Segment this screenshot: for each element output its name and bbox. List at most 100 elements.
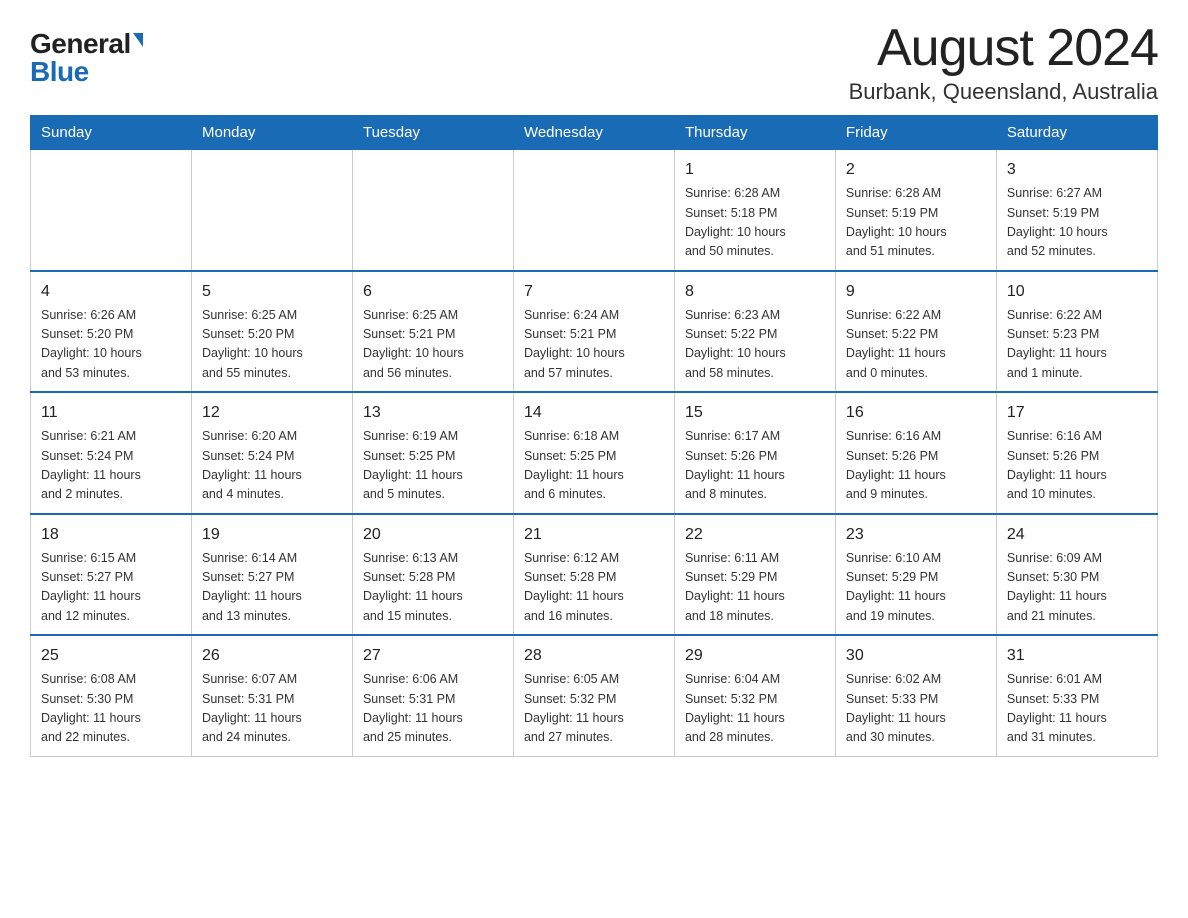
calendar-week-row: 11Sunrise: 6:21 AMSunset: 5:24 PMDayligh… bbox=[31, 392, 1158, 514]
calendar-week-row: 4Sunrise: 6:26 AMSunset: 5:20 PMDaylight… bbox=[31, 271, 1158, 393]
calendar-cell: 1Sunrise: 6:28 AMSunset: 5:18 PMDaylight… bbox=[674, 150, 835, 271]
day-number: 18 bbox=[41, 523, 181, 547]
calendar-cell: 31Sunrise: 6:01 AMSunset: 5:33 PMDayligh… bbox=[996, 635, 1157, 756]
day-info: Sunrise: 6:22 AMSunset: 5:22 PMDaylight:… bbox=[846, 306, 986, 384]
logo-blue-text: Blue bbox=[30, 58, 89, 86]
calendar-week-row: 1Sunrise: 6:28 AMSunset: 5:18 PMDaylight… bbox=[31, 150, 1158, 271]
calendar-cell: 28Sunrise: 6:05 AMSunset: 5:32 PMDayligh… bbox=[513, 635, 674, 756]
calendar-cell bbox=[513, 150, 674, 271]
day-info: Sunrise: 6:17 AMSunset: 5:26 PMDaylight:… bbox=[685, 427, 825, 505]
day-number: 2 bbox=[846, 158, 986, 182]
calendar-cell: 25Sunrise: 6:08 AMSunset: 5:30 PMDayligh… bbox=[31, 635, 192, 756]
day-number: 3 bbox=[1007, 158, 1147, 182]
calendar-cell: 20Sunrise: 6:13 AMSunset: 5:28 PMDayligh… bbox=[352, 514, 513, 636]
day-number: 30 bbox=[846, 644, 986, 668]
day-info: Sunrise: 6:05 AMSunset: 5:32 PMDaylight:… bbox=[524, 670, 664, 748]
calendar-cell bbox=[31, 150, 192, 271]
day-number: 28 bbox=[524, 644, 664, 668]
day-info: Sunrise: 6:11 AMSunset: 5:29 PMDaylight:… bbox=[685, 549, 825, 627]
day-number: 6 bbox=[363, 280, 503, 304]
day-number: 25 bbox=[41, 644, 181, 668]
calendar-cell: 26Sunrise: 6:07 AMSunset: 5:31 PMDayligh… bbox=[191, 635, 352, 756]
day-info: Sunrise: 6:07 AMSunset: 5:31 PMDaylight:… bbox=[202, 670, 342, 748]
day-info: Sunrise: 6:25 AMSunset: 5:20 PMDaylight:… bbox=[202, 306, 342, 384]
calendar-header-thursday: Thursday bbox=[674, 116, 835, 150]
day-info: Sunrise: 6:24 AMSunset: 5:21 PMDaylight:… bbox=[524, 306, 664, 384]
calendar-cell: 12Sunrise: 6:20 AMSunset: 5:24 PMDayligh… bbox=[191, 392, 352, 514]
day-info: Sunrise: 6:08 AMSunset: 5:30 PMDaylight:… bbox=[41, 670, 181, 748]
calendar-cell: 14Sunrise: 6:18 AMSunset: 5:25 PMDayligh… bbox=[513, 392, 674, 514]
day-number: 5 bbox=[202, 280, 342, 304]
day-number: 13 bbox=[363, 401, 503, 425]
day-number: 23 bbox=[846, 523, 986, 547]
day-info: Sunrise: 6:10 AMSunset: 5:29 PMDaylight:… bbox=[846, 549, 986, 627]
calendar-cell: 24Sunrise: 6:09 AMSunset: 5:30 PMDayligh… bbox=[996, 514, 1157, 636]
calendar-header-tuesday: Tuesday bbox=[352, 116, 513, 150]
day-info: Sunrise: 6:16 AMSunset: 5:26 PMDaylight:… bbox=[846, 427, 986, 505]
calendar-cell: 9Sunrise: 6:22 AMSunset: 5:22 PMDaylight… bbox=[835, 271, 996, 393]
day-info: Sunrise: 6:16 AMSunset: 5:26 PMDaylight:… bbox=[1007, 427, 1147, 505]
day-info: Sunrise: 6:13 AMSunset: 5:28 PMDaylight:… bbox=[363, 549, 503, 627]
calendar-cell: 13Sunrise: 6:19 AMSunset: 5:25 PMDayligh… bbox=[352, 392, 513, 514]
calendar-cell: 6Sunrise: 6:25 AMSunset: 5:21 PMDaylight… bbox=[352, 271, 513, 393]
day-info: Sunrise: 6:25 AMSunset: 5:21 PMDaylight:… bbox=[363, 306, 503, 384]
month-title: August 2024 bbox=[849, 20, 1158, 77]
day-number: 12 bbox=[202, 401, 342, 425]
page-header: General Blue August 2024 Burbank, Queens… bbox=[30, 20, 1158, 105]
day-info: Sunrise: 6:02 AMSunset: 5:33 PMDaylight:… bbox=[846, 670, 986, 748]
day-info: Sunrise: 6:19 AMSunset: 5:25 PMDaylight:… bbox=[363, 427, 503, 505]
day-number: 9 bbox=[846, 280, 986, 304]
calendar-cell: 7Sunrise: 6:24 AMSunset: 5:21 PMDaylight… bbox=[513, 271, 674, 393]
calendar-week-row: 18Sunrise: 6:15 AMSunset: 5:27 PMDayligh… bbox=[31, 514, 1158, 636]
day-info: Sunrise: 6:28 AMSunset: 5:18 PMDaylight:… bbox=[685, 184, 825, 262]
calendar-cell: 29Sunrise: 6:04 AMSunset: 5:32 PMDayligh… bbox=[674, 635, 835, 756]
logo: General Blue bbox=[30, 30, 143, 86]
calendar-cell: 22Sunrise: 6:11 AMSunset: 5:29 PMDayligh… bbox=[674, 514, 835, 636]
title-block: August 2024 Burbank, Queensland, Austral… bbox=[849, 20, 1158, 105]
calendar-week-row: 25Sunrise: 6:08 AMSunset: 5:30 PMDayligh… bbox=[31, 635, 1158, 756]
calendar-cell: 8Sunrise: 6:23 AMSunset: 5:22 PMDaylight… bbox=[674, 271, 835, 393]
day-number: 4 bbox=[41, 280, 181, 304]
calendar-cell: 16Sunrise: 6:16 AMSunset: 5:26 PMDayligh… bbox=[835, 392, 996, 514]
day-info: Sunrise: 6:12 AMSunset: 5:28 PMDaylight:… bbox=[524, 549, 664, 627]
calendar-cell: 27Sunrise: 6:06 AMSunset: 5:31 PMDayligh… bbox=[352, 635, 513, 756]
day-number: 10 bbox=[1007, 280, 1147, 304]
day-info: Sunrise: 6:28 AMSunset: 5:19 PMDaylight:… bbox=[846, 184, 986, 262]
day-info: Sunrise: 6:14 AMSunset: 5:27 PMDaylight:… bbox=[202, 549, 342, 627]
calendar-cell: 30Sunrise: 6:02 AMSunset: 5:33 PMDayligh… bbox=[835, 635, 996, 756]
day-info: Sunrise: 6:21 AMSunset: 5:24 PMDaylight:… bbox=[41, 427, 181, 505]
day-info: Sunrise: 6:26 AMSunset: 5:20 PMDaylight:… bbox=[41, 306, 181, 384]
day-number: 20 bbox=[363, 523, 503, 547]
day-info: Sunrise: 6:04 AMSunset: 5:32 PMDaylight:… bbox=[685, 670, 825, 748]
calendar-header-monday: Monday bbox=[191, 116, 352, 150]
day-number: 7 bbox=[524, 280, 664, 304]
calendar-header-wednesday: Wednesday bbox=[513, 116, 674, 150]
calendar-cell: 21Sunrise: 6:12 AMSunset: 5:28 PMDayligh… bbox=[513, 514, 674, 636]
day-number: 26 bbox=[202, 644, 342, 668]
calendar-table: SundayMondayTuesdayWednesdayThursdayFrid… bbox=[30, 115, 1158, 757]
calendar-cell: 5Sunrise: 6:25 AMSunset: 5:20 PMDaylight… bbox=[191, 271, 352, 393]
day-info: Sunrise: 6:18 AMSunset: 5:25 PMDaylight:… bbox=[524, 427, 664, 505]
day-number: 16 bbox=[846, 401, 986, 425]
calendar-cell: 23Sunrise: 6:10 AMSunset: 5:29 PMDayligh… bbox=[835, 514, 996, 636]
logo-triangle-icon bbox=[133, 33, 143, 47]
day-number: 27 bbox=[363, 644, 503, 668]
day-number: 31 bbox=[1007, 644, 1147, 668]
day-info: Sunrise: 6:01 AMSunset: 5:33 PMDaylight:… bbox=[1007, 670, 1147, 748]
day-number: 21 bbox=[524, 523, 664, 547]
location: Burbank, Queensland, Australia bbox=[849, 79, 1158, 105]
day-number: 19 bbox=[202, 523, 342, 547]
logo-general-text: General bbox=[30, 30, 131, 58]
day-number: 22 bbox=[685, 523, 825, 547]
calendar-cell: 18Sunrise: 6:15 AMSunset: 5:27 PMDayligh… bbox=[31, 514, 192, 636]
calendar-cell: 19Sunrise: 6:14 AMSunset: 5:27 PMDayligh… bbox=[191, 514, 352, 636]
day-number: 29 bbox=[685, 644, 825, 668]
day-info: Sunrise: 6:06 AMSunset: 5:31 PMDaylight:… bbox=[363, 670, 503, 748]
calendar-cell: 17Sunrise: 6:16 AMSunset: 5:26 PMDayligh… bbox=[996, 392, 1157, 514]
day-number: 17 bbox=[1007, 401, 1147, 425]
calendar-cell: 3Sunrise: 6:27 AMSunset: 5:19 PMDaylight… bbox=[996, 150, 1157, 271]
calendar-cell: 11Sunrise: 6:21 AMSunset: 5:24 PMDayligh… bbox=[31, 392, 192, 514]
day-number: 11 bbox=[41, 401, 181, 425]
day-info: Sunrise: 6:09 AMSunset: 5:30 PMDaylight:… bbox=[1007, 549, 1147, 627]
day-info: Sunrise: 6:23 AMSunset: 5:22 PMDaylight:… bbox=[685, 306, 825, 384]
